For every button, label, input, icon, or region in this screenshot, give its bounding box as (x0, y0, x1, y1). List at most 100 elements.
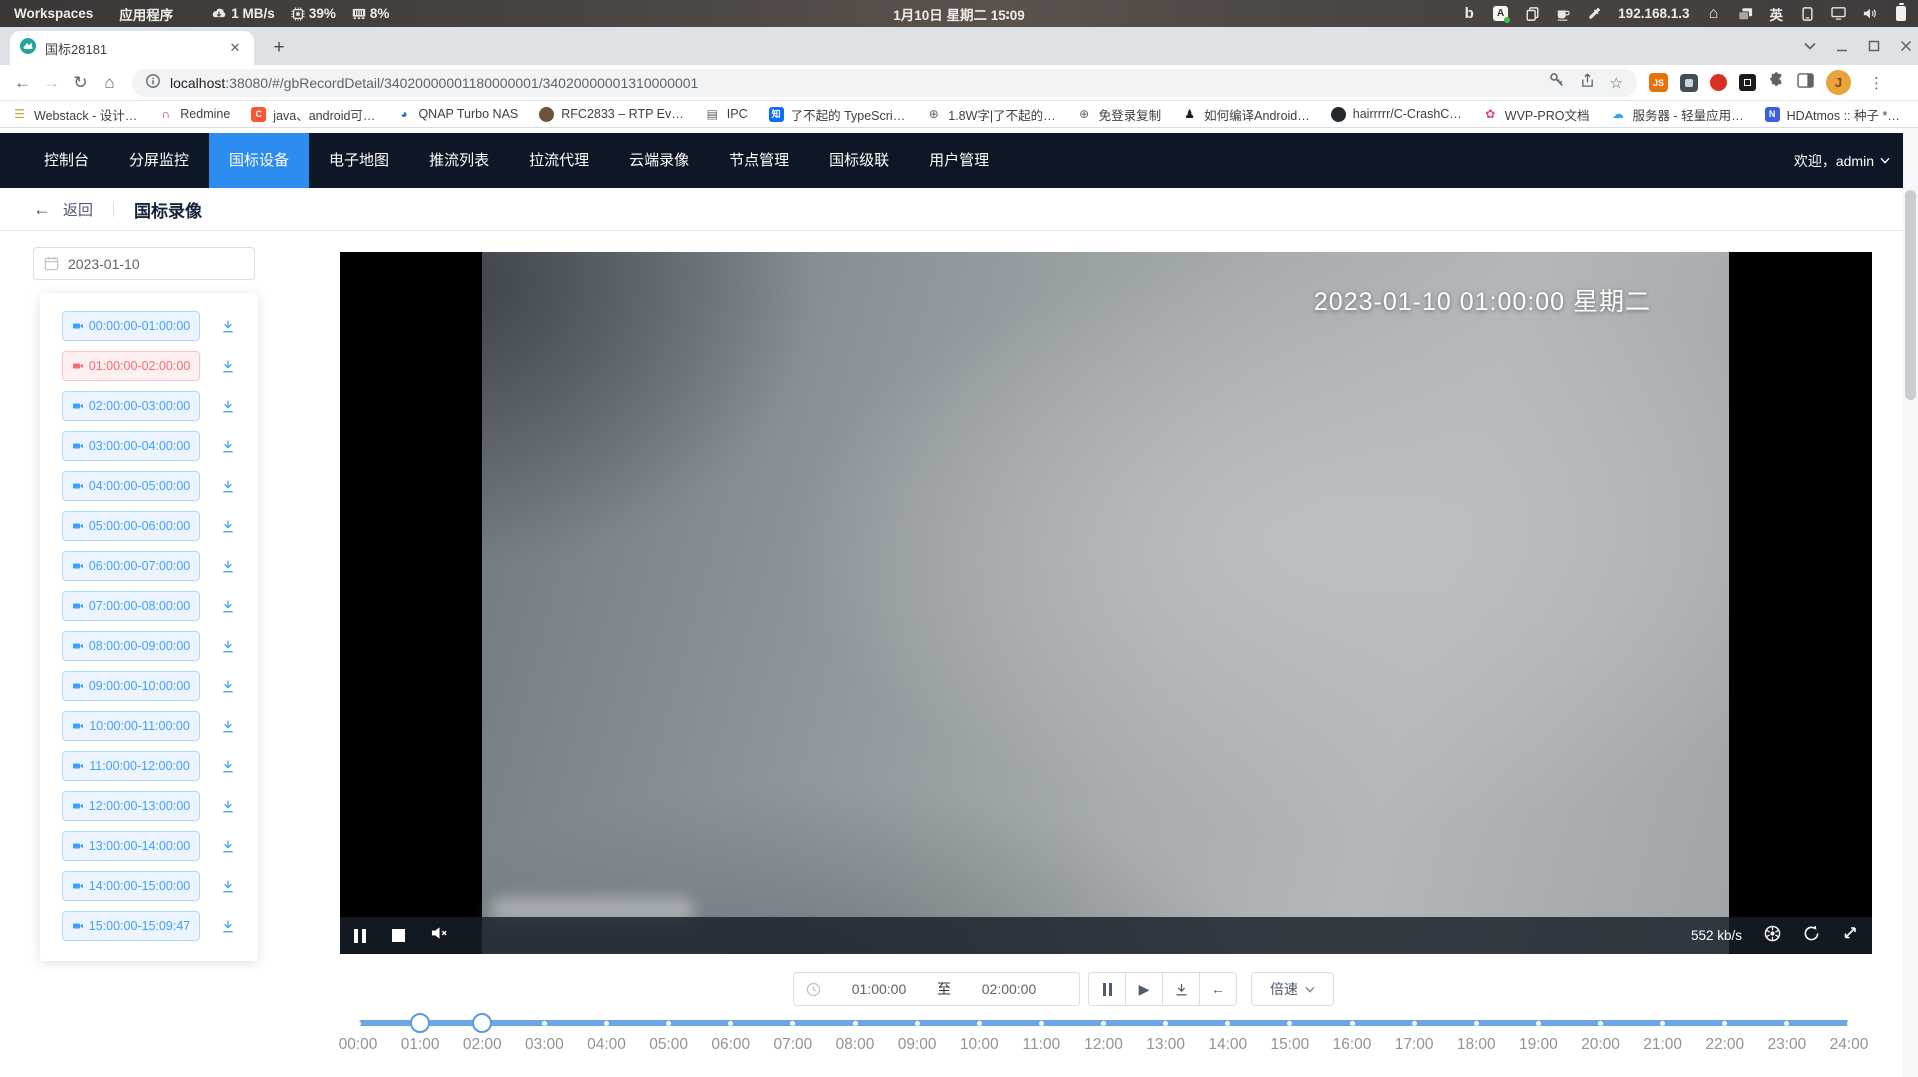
browser-tab[interactable]: 国标28181 ✕ (10, 31, 254, 65)
scrollbar-thumb[interactable] (1905, 190, 1916, 400)
phone-link-icon[interactable] (1800, 5, 1814, 23)
forward-icon[interactable]: → (37, 73, 66, 93)
browser-menu-icon[interactable]: ⋮ (1863, 74, 1890, 92)
nav-tab[interactable]: 云端录像 (609, 133, 709, 188)
player-mute-icon[interactable] (431, 926, 448, 945)
nav-tab[interactable]: 国标设备 (209, 133, 309, 188)
welcome-user-menu[interactable]: 欢迎，admin (1794, 151, 1918, 171)
color-picker-icon[interactable] (1587, 5, 1601, 23)
extension-gray-icon[interactable] (1680, 74, 1698, 92)
start-time-input[interactable]: 01:00:00 (821, 981, 937, 997)
snapshot-aperture-icon[interactable] (1764, 925, 1781, 947)
nav-tab[interactable]: 控制台 (24, 133, 109, 188)
bookmark-github[interactable]: hairrrrr/C-CrashC… (1331, 107, 1462, 122)
play-button[interactable]: ▶ (1125, 972, 1163, 1006)
pause-button[interactable] (1088, 972, 1126, 1006)
end-time-input[interactable]: 02:00:00 (951, 981, 1067, 997)
volume-icon[interactable] (1863, 5, 1877, 23)
segment-download-icon[interactable] (220, 438, 236, 454)
speed-dropdown[interactable]: 倍速 (1251, 972, 1334, 1006)
extensions-puzzle-icon[interactable] (1768, 72, 1785, 94)
segment-download-icon[interactable] (220, 478, 236, 494)
segment-button[interactable]: 04:00:00-05:00:00 (62, 471, 200, 501)
home-icon[interactable]: ⌂ (1707, 5, 1721, 23)
player-pause-icon[interactable] (354, 929, 366, 943)
applications-menu[interactable]: 应用程序 (119, 4, 173, 24)
nav-tab[interactable]: 推流列表 (409, 133, 509, 188)
profile-avatar[interactable]: J (1826, 70, 1851, 95)
nav-tab[interactable]: 节点管理 (709, 133, 809, 188)
segment-download-icon[interactable] (220, 398, 236, 414)
nav-tab[interactable]: 国标级联 (809, 133, 909, 188)
segment-download-icon[interactable] (220, 718, 236, 734)
bookmark-globe[interactable]: ⊕1.8W字|了不起的… (926, 105, 1055, 124)
segment-button[interactable]: 10:00:00-11:00:00 (62, 711, 200, 741)
segment-button[interactable]: 03:00:00-04:00:00 (62, 431, 200, 461)
extension-black-icon[interactable] (1739, 74, 1756, 91)
segment-download-icon[interactable] (220, 838, 236, 854)
segment-button[interactable]: 08:00:00-09:00:00 (62, 631, 200, 661)
bookmark-sphere[interactable]: RFC2833 – RTP Ev… (539, 107, 684, 122)
new-tab-button[interactable]: + (266, 35, 292, 61)
segment-button[interactable]: 15:00:00-15:09:47 (62, 911, 200, 941)
address-bar[interactable]: localhost:38080/#/gbRecordDetail/3402000… (132, 69, 1637, 97)
date-picker-input[interactable]: 2023-01-10 (33, 247, 255, 280)
back-arrow-icon[interactable]: ← (33, 199, 51, 220)
segment-button[interactable]: 06:00:00-07:00:00 (62, 551, 200, 581)
window-close-icon[interactable] (1900, 40, 1912, 52)
window-minimize-icon[interactable] (1836, 40, 1848, 52)
clipboard-icon[interactable] (1525, 5, 1539, 23)
battery-icon[interactable] (1894, 5, 1908, 23)
segment-button[interactable]: 02:00:00-03:00:00 (62, 391, 200, 421)
tab-close-icon[interactable]: ✕ (226, 39, 244, 57)
bookmark-redmine[interactable]: ∩Redmine (158, 107, 230, 122)
site-info-icon[interactable] (146, 74, 160, 91)
bookmark-penguin[interactable]: ♟如何编译Android… (1182, 105, 1310, 124)
nav-tab[interactable]: 用户管理 (909, 133, 1009, 188)
segment-download-icon[interactable] (220, 598, 236, 614)
bookmark-star-icon[interactable]: ☆ (1610, 74, 1623, 92)
tray-app-icon[interactable]: A (1493, 5, 1508, 23)
back-link[interactable]: 返回 (63, 199, 93, 220)
windows-stack-icon[interactable] (1738, 5, 1753, 23)
bookmark-globe[interactable]: ⊕免登录复制 (1077, 105, 1162, 124)
segment-button[interactable]: 12:00:00-13:00:00 (62, 791, 200, 821)
segment-download-icon[interactable] (220, 638, 236, 654)
bookmark-folder[interactable]: ▤IPC (705, 107, 748, 122)
bookmark-hdatmos[interactable]: NHDAtmos :: 种子 *… (1765, 105, 1900, 124)
nav-tab[interactable]: 电子地图 (309, 133, 409, 188)
player-stop-icon[interactable] (392, 929, 405, 942)
segment-download-icon[interactable] (220, 358, 236, 374)
coffee-cup-icon[interactable] (1556, 5, 1570, 23)
page-scrollbar[interactable] (1903, 128, 1918, 1077)
input-method-indicator[interactable]: 英 (1770, 4, 1784, 24)
display-icon[interactable] (1831, 5, 1846, 23)
segment-download-icon[interactable] (220, 918, 236, 934)
nav-tab[interactable]: 分屏监控 (109, 133, 209, 188)
extension-js-icon[interactable]: JS (1649, 73, 1668, 92)
segment-button[interactable]: 11:00:00-12:00:00 (62, 751, 200, 781)
tray-b-icon[interactable]: b (1462, 5, 1476, 23)
extension-red-icon[interactable] (1710, 74, 1727, 91)
seek-back-button[interactable]: ← (1199, 972, 1237, 1006)
ip-address-indicator[interactable]: 192.168.1.3 (1618, 6, 1689, 21)
bookmark-qnap[interactable]: ◕QNAP Turbo NAS (396, 107, 518, 122)
segment-download-icon[interactable] (220, 678, 236, 694)
time-range-picker[interactable]: 01:00:00 至 02:00:00 (793, 972, 1080, 1006)
password-key-icon[interactable] (1549, 72, 1565, 93)
segment-button[interactable]: 00:00:00-01:00:00 (62, 311, 200, 341)
browser-home-icon[interactable]: ⌂ (95, 73, 124, 93)
segment-download-icon[interactable] (220, 558, 236, 574)
segment-download-icon[interactable] (220, 878, 236, 894)
segment-download-icon[interactable] (220, 318, 236, 334)
segment-download-icon[interactable] (220, 758, 236, 774)
bookmark-csdn[interactable]: Cjava、android可… (251, 105, 375, 124)
segment-download-icon[interactable] (220, 518, 236, 534)
segment-button[interactable]: 09:00:00-10:00:00 (62, 671, 200, 701)
fullscreen-icon[interactable] (1842, 925, 1858, 946)
bookmark-wvp[interactable]: ✿WVP-PRO文档 (1483, 105, 1590, 124)
bookmark-zhihu[interactable]: 知了不起的 TypeScri… (769, 105, 906, 124)
timeline-handle[interactable] (410, 1013, 430, 1033)
segment-button[interactable]: 14:00:00-15:00:00 (62, 871, 200, 901)
segment-button[interactable]: 05:00:00-06:00:00 (62, 511, 200, 541)
